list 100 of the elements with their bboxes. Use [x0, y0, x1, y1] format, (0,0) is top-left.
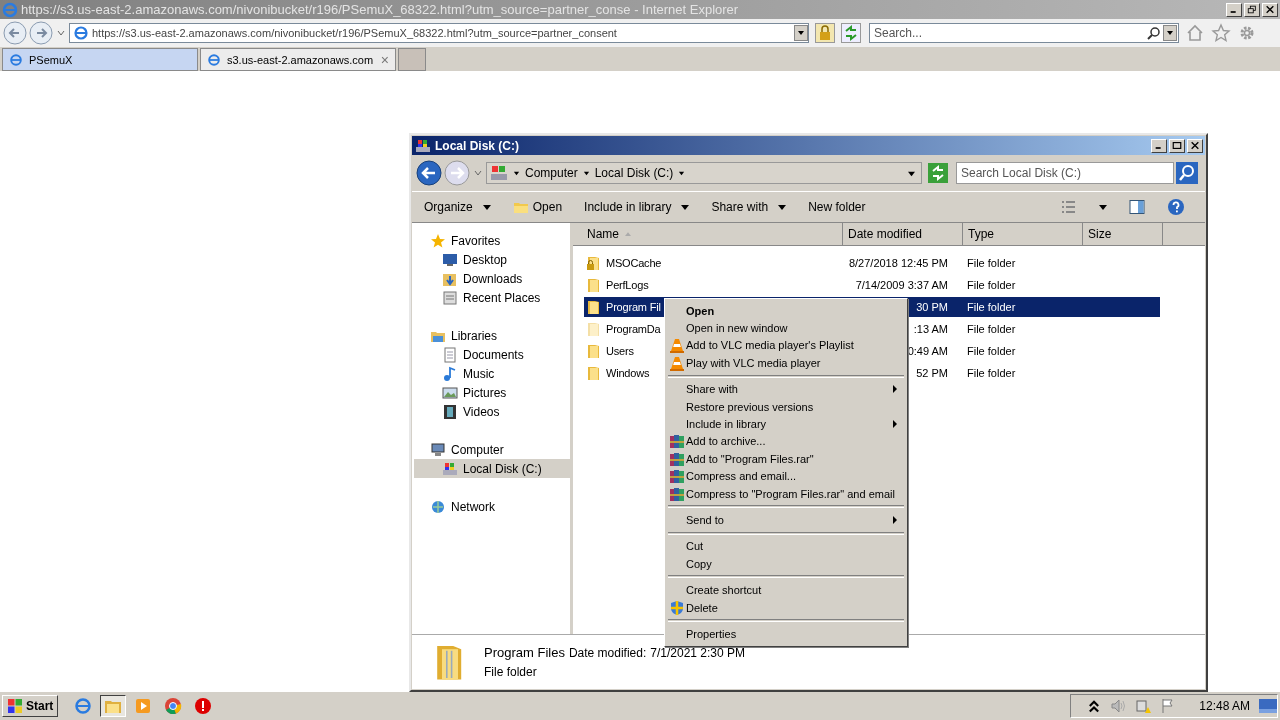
refresh-icon[interactable]	[928, 163, 948, 183]
menu-item[interactable]: Open	[667, 302, 905, 320]
file-name[interactable]: Program Fil	[606, 301, 661, 313]
menu-item[interactable]: Share with	[667, 380, 905, 398]
menu-item[interactable]: Delete	[667, 598, 905, 617]
start-button[interactable]: Start	[2, 695, 59, 717]
minimize-button[interactable]	[1151, 138, 1167, 153]
restore-icon	[1247, 5, 1257, 14]
search-field[interactable]: Search Local Disk (C:)	[956, 162, 1174, 184]
menu-item[interactable]: Add to archive...	[667, 432, 905, 451]
breadcrumb-item[interactable]: Local Disk (C:)	[594, 166, 674, 180]
file-name[interactable]: MSOCache	[606, 257, 662, 269]
sidebar-item[interactable]: Documents	[414, 345, 570, 364]
file-type: File folder	[967, 279, 1016, 291]
sidebar-item[interactable]: Recent Places	[414, 288, 570, 307]
dropdown-icon[interactable]	[908, 169, 915, 177]
archive-icon	[668, 485, 685, 502]
close-icon	[1265, 5, 1275, 14]
sidebar-item[interactable]: Computer	[414, 440, 570, 459]
sidebar-item[interactable]: Local Disk (C:)	[414, 459, 570, 478]
traffic-cone-icon	[668, 337, 685, 354]
close-tab-button[interactable]: ×	[380, 51, 389, 68]
sidebar-item[interactable]: Pictures	[414, 383, 570, 402]
column-header[interactable]: Name	[573, 223, 843, 246]
column-header[interactable]: Size	[1083, 223, 1163, 246]
search-icon[interactable]	[1176, 162, 1198, 184]
page-icon	[207, 52, 221, 67]
window-title: Local Disk (C:)	[435, 138, 520, 153]
file-name[interactable]: Windows	[606, 367, 650, 379]
dropdown-button[interactable]	[1163, 25, 1177, 41]
menu-item[interactable]: Restore previous versions	[667, 397, 905, 416]
menu-item[interactable]: Copy	[667, 555, 905, 573]
file-name[interactable]: PerfLogs	[606, 279, 649, 291]
lock-icon[interactable]	[815, 23, 835, 43]
date-modified: 30 PM	[916, 301, 948, 313]
sidebar-item[interactable]: Downloads	[414, 269, 570, 288]
date-modified: 7/14/2009 3:37 AM	[855, 279, 948, 291]
sidebar-item[interactable]: Music	[414, 364, 570, 383]
search-icon[interactable]	[1147, 26, 1161, 40]
archive-icon	[668, 468, 685, 485]
menu-item[interactable]: Include in library	[667, 415, 905, 433]
menu-item[interactable]: Send to	[667, 511, 905, 529]
computer-icon	[490, 164, 508, 182]
toolbar-button[interactable]: Share with	[711, 200, 787, 214]
folder-icon	[586, 299, 602, 315]
sidebar-item[interactable]: Network	[414, 497, 570, 516]
caret-icon[interactable]	[1099, 203, 1107, 211]
file-name[interactable]: ProgramDa	[606, 323, 661, 335]
caret-icon[interactable]	[582, 169, 590, 177]
chevron-up-icon[interactable]	[1087, 699, 1102, 713]
file-name[interactable]: Users	[606, 345, 634, 357]
menu-item[interactable]: Cut	[667, 537, 905, 556]
column-header[interactable]: Type	[963, 223, 1083, 246]
menu-item[interactable]: Properties	[667, 625, 905, 643]
caret-icon	[681, 203, 690, 211]
sidebar-item[interactable]: Favorites	[414, 231, 570, 250]
toolbar-button[interactable]: Open	[512, 199, 563, 215]
date-modified: 7/1/2021 2:30 PM	[650, 646, 746, 660]
caret-icon	[797, 29, 805, 37]
star-icon[interactable]	[1211, 23, 1231, 43]
toolbar-button[interactable]: New folder	[808, 200, 866, 214]
browser-tab[interactable]: PSemuX	[2, 48, 198, 71]
menu-item[interactable]: Play with VLC media player	[667, 354, 905, 372]
menu-item[interactable]: Add to VLC media player's Playlist	[667, 336, 905, 355]
back-button[interactable]	[416, 160, 442, 186]
preview-pane-icon[interactable]	[1129, 199, 1145, 215]
search-field[interactable]: Search...	[869, 23, 1179, 43]
file-type: File folder	[967, 301, 1016, 313]
menu-item[interactable]: Add to "Program Files.rar"	[667, 450, 905, 468]
menu-item[interactable]: Create shortcut	[667, 581, 905, 599]
page-icon	[73, 25, 89, 41]
minimize-button[interactable]	[1226, 2, 1242, 17]
toolbar-button[interactable]: Include in library	[584, 200, 690, 214]
dropdown-button[interactable]	[794, 25, 808, 41]
address-bar[interactable]: Computer Local Disk (C:)	[486, 162, 922, 184]
menu-item[interactable]: Open in new window	[667, 319, 905, 337]
documents-icon	[442, 346, 458, 363]
menu-item[interactable]: Compress to "Program Files.rar" and email	[667, 484, 905, 503]
column-header[interactable]: Date modified	[843, 223, 963, 246]
close-button[interactable]	[1187, 138, 1203, 153]
maximize-button[interactable]	[1169, 138, 1185, 153]
date-modified: :13 AM	[913, 323, 948, 335]
caret-icon[interactable]	[678, 169, 686, 177]
breadcrumb-item[interactable]: Computer	[525, 166, 578, 180]
address-field[interactable]: https://s3.us-east-2.amazonaws.com/nivonibucket/r196/PSemuX_68322.html?utm_source=partner_consent	[69, 23, 809, 43]
caret-icon[interactable]	[513, 169, 520, 177]
sidebar-item[interactable]: Desktop	[414, 250, 570, 269]
folder-icon[interactable]	[100, 695, 127, 717]
menu-item[interactable]: Compress and email...	[667, 467, 905, 485]
close-button[interactable]	[1262, 2, 1278, 17]
forward-button[interactable]	[29, 21, 53, 45]
close-icon	[1190, 141, 1200, 150]
archive-icon	[668, 450, 685, 467]
browser-tab[interactable]: s3.us-east-2.amazonaws.com ×	[200, 48, 396, 71]
refresh-icon[interactable]	[841, 23, 861, 43]
sidebar-item[interactable]: Videos	[414, 402, 570, 421]
toolbar-button[interactable]: Organize	[424, 200, 491, 214]
restore-button[interactable]	[1244, 2, 1260, 17]
sidebar-item[interactable]: Libraries	[414, 326, 570, 345]
help-icon[interactable]	[1167, 198, 1185, 216]
